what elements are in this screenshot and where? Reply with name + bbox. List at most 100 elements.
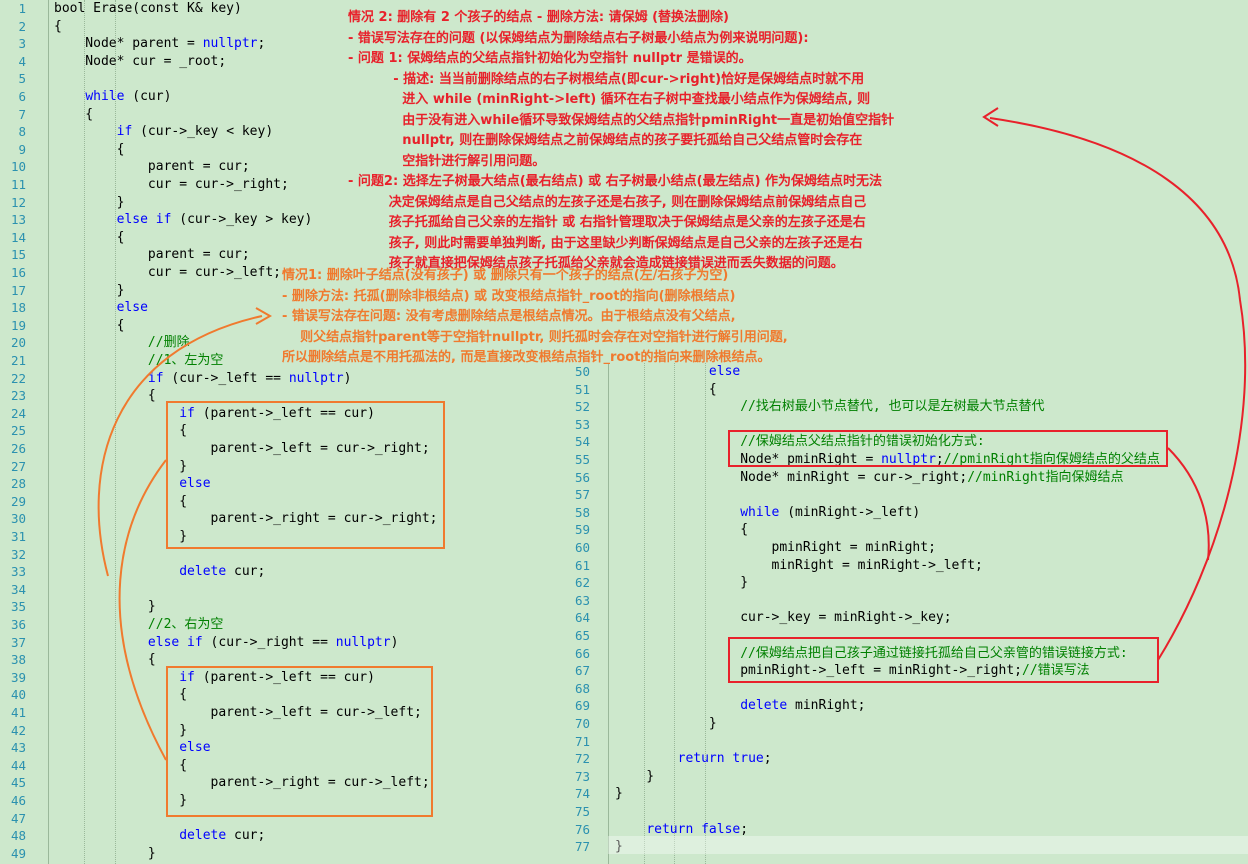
code-line: parent = cur; bbox=[54, 159, 250, 175]
line-number: 57 bbox=[574, 487, 590, 503]
line-number: 54 bbox=[574, 434, 590, 450]
line-number: 69 bbox=[574, 698, 590, 714]
code-line: while (cur) bbox=[85, 89, 172, 104]
code-line: delete minRight; bbox=[740, 698, 866, 714]
code-line: delete cur; bbox=[179, 564, 266, 580]
line-number: 44 bbox=[10, 757, 26, 773]
line-number: 45 bbox=[10, 775, 26, 791]
line-number: 20 bbox=[10, 335, 26, 351]
line-number: 68 bbox=[574, 680, 590, 696]
line-number: 51 bbox=[574, 381, 590, 397]
code-line: delete cur; bbox=[179, 828, 266, 844]
line-number: 61 bbox=[574, 557, 590, 573]
code-line: parent = cur; bbox=[54, 247, 250, 263]
indent-guide bbox=[48, 0, 49, 864]
line-number: 58 bbox=[574, 504, 590, 520]
line-number: 25 bbox=[10, 423, 26, 439]
line-number: 36 bbox=[10, 617, 26, 632]
code-line: { bbox=[54, 652, 156, 668]
indent-guide bbox=[608, 363, 609, 864]
line-number: 59 bbox=[574, 522, 590, 538]
code-line: } bbox=[54, 599, 156, 615]
line-number: 46 bbox=[10, 793, 26, 808]
code-line: { bbox=[54, 317, 125, 333]
line-number: 65 bbox=[574, 628, 590, 643]
line-number: 55 bbox=[574, 452, 590, 467]
code-line: //找右树最小节点替代, 也可以是左树最大节点替代 bbox=[740, 399, 1045, 415]
line-number: 12 bbox=[10, 194, 26, 210]
line-number: 19 bbox=[10, 317, 26, 333]
code-line: Node* parent = nullptr; bbox=[54, 36, 266, 52]
red-arrow-head bbox=[982, 107, 999, 127]
line-number: 2 bbox=[18, 18, 26, 34]
line-number: 52 bbox=[574, 399, 590, 415]
code-line: pminRight = minRight; bbox=[615, 540, 936, 555]
line-number: 11 bbox=[10, 177, 26, 192]
current-line-highlight bbox=[608, 836, 1248, 854]
line-number: 18 bbox=[10, 300, 26, 316]
case1-annotation: 情况1: 删除叶子结点(没有孩子) 或 删除只有一个孩子的结点(左/右孩子为空)… bbox=[282, 268, 788, 365]
line-number: 6 bbox=[18, 89, 26, 104]
code-line: { bbox=[54, 106, 94, 122]
line-number: 71 bbox=[574, 733, 590, 749]
code-line: } bbox=[615, 768, 655, 784]
line-number: 62 bbox=[574, 575, 590, 591]
line-number: 4 bbox=[18, 53, 26, 69]
code-line: if (cur->_key < key) bbox=[116, 124, 274, 140]
line-number: 40 bbox=[10, 687, 26, 703]
line-number: 35 bbox=[10, 599, 26, 615]
code-line: } bbox=[615, 786, 623, 802]
line-number: 15 bbox=[10, 247, 26, 263]
line-number: 74 bbox=[574, 786, 590, 802]
line-number: 8 bbox=[18, 124, 26, 140]
code-line: { bbox=[615, 522, 749, 538]
code-line: cur = cur->_right; bbox=[54, 177, 289, 192]
line-number: 37 bbox=[10, 634, 26, 650]
line-number: 17 bbox=[10, 282, 26, 298]
code-line: else if (cur->_key > key) bbox=[116, 212, 313, 228]
line-number: 49 bbox=[10, 845, 26, 861]
code-line: { bbox=[54, 229, 125, 245]
code-line: { bbox=[54, 141, 125, 157]
line-number: 41 bbox=[10, 705, 26, 720]
line-number: 34 bbox=[10, 581, 26, 597]
line-number: 47 bbox=[10, 810, 26, 826]
line-number: 26 bbox=[10, 441, 26, 456]
line-number: 60 bbox=[574, 540, 590, 555]
code-line: } bbox=[54, 282, 125, 298]
line-number: 63 bbox=[574, 592, 590, 608]
line-number: 24 bbox=[10, 405, 26, 421]
code-line: //1、左为空 bbox=[147, 353, 224, 368]
line-number: 64 bbox=[574, 610, 590, 626]
line-number: 77 bbox=[574, 839, 590, 855]
red-highlight-box bbox=[728, 637, 1159, 683]
code-line: //删除 bbox=[147, 335, 190, 351]
code-line: } bbox=[54, 845, 156, 861]
red-highlight-box bbox=[728, 430, 1168, 467]
line-number: 66 bbox=[574, 645, 590, 661]
code-line: Node* minRight = cur->_right;//minRight指… bbox=[615, 469, 1124, 485]
line-number: 23 bbox=[10, 388, 26, 404]
line-number: 48 bbox=[10, 828, 26, 844]
line-number: 3 bbox=[18, 36, 26, 52]
line-number: 10 bbox=[10, 159, 26, 175]
line-number: 72 bbox=[574, 751, 590, 767]
line-number: 22 bbox=[10, 370, 26, 386]
line-number: 1 bbox=[18, 1, 26, 16]
line-number: 43 bbox=[10, 740, 26, 756]
line-number: 9 bbox=[18, 141, 26, 157]
code-line: } bbox=[615, 716, 717, 731]
line-number: 32 bbox=[10, 546, 26, 562]
line-number: 7 bbox=[18, 106, 26, 122]
line-number: 31 bbox=[10, 529, 26, 544]
code-line: { bbox=[54, 388, 156, 404]
line-number: 38 bbox=[10, 652, 26, 668]
line-number: 39 bbox=[10, 669, 26, 685]
code-line: return true; bbox=[677, 751, 772, 767]
line-number: 28 bbox=[10, 476, 26, 492]
line-number: 27 bbox=[10, 458, 26, 474]
orange-highlight-box bbox=[166, 401, 445, 549]
case2-annotation: 情况 2: 删除有 2 个孩子的结点 - 删除方法: 请保姆 (替换法删除) -… bbox=[348, 10, 895, 271]
line-number: 53 bbox=[574, 416, 590, 432]
code-line: cur = cur->_left; bbox=[54, 265, 281, 280]
